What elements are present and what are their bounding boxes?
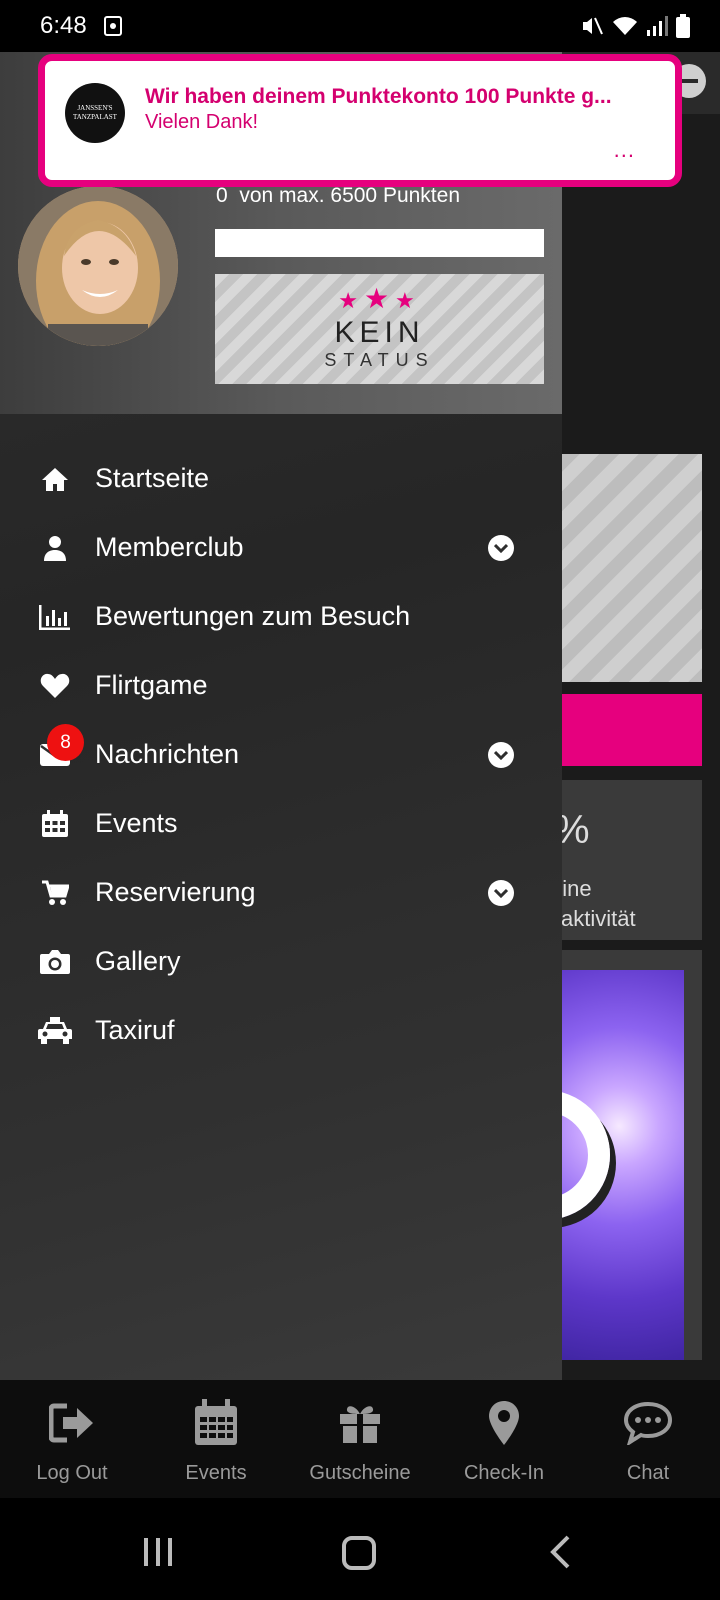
menu-item-label: Startseite	[95, 463, 210, 493]
system-navigation-bar	[0, 1498, 720, 1600]
nav-label: Gutscheine	[309, 1462, 411, 1484]
menu-item-bewertungen[interactable]: Bewertungen zum Besuch	[0, 582, 562, 651]
chevron-down-icon[interactable]	[488, 741, 514, 768]
app-logo: JANSSEN'S TANZPALAST	[65, 83, 125, 143]
points-progress-bar	[215, 229, 544, 257]
nav-item-events[interactable]: Events	[144, 1380, 288, 1498]
user-icon	[38, 531, 72, 565]
notification-title: Wir haben deinem Punktekonto 100 Punkte …	[145, 85, 612, 108]
background-status-card	[540, 454, 702, 682]
wifi-icon	[613, 17, 637, 35]
status-icons	[580, 14, 690, 38]
menu-item-startseite[interactable]: Startseite	[0, 444, 562, 513]
drawer-menu: Startseite Memberclub Bewertungen zum Be…	[0, 444, 562, 1065]
camera-icon	[38, 945, 72, 979]
unread-badge: 8	[47, 724, 84, 761]
navigation-drawer: 0 von max. 6500 Punkten ★★★ KEIN STATUS …	[0, 52, 562, 1380]
menu-item-label: Reservierung	[95, 877, 256, 907]
menu-item-label: Taxiruf	[95, 1015, 175, 1045]
menu-item-label: Events	[95, 808, 178, 838]
avatar-photo	[18, 186, 178, 346]
status-line2: STATUS	[324, 350, 435, 370]
menu-item-flirtgame[interactable]: Flirtgame	[0, 651, 562, 720]
gift-icon	[335, 1398, 385, 1448]
activity-line2: saktivität	[550, 906, 636, 931]
status-time: 6:48	[40, 12, 87, 39]
home-icon	[38, 462, 72, 496]
points-max-text: von max. 6500 Punkten	[239, 184, 461, 207]
heart-icon	[38, 669, 72, 703]
chevron-down-icon[interactable]	[488, 879, 514, 906]
status-line1: KEIN	[334, 316, 425, 349]
chat-icon	[623, 1398, 673, 1448]
nav-item-gutscheine[interactable]: Gutscheine	[288, 1380, 432, 1498]
recent-apps-icon[interactable]	[142, 1536, 174, 1568]
bar-chart-icon	[38, 600, 72, 634]
menu-item-taxiruf[interactable]: Taxiruf	[0, 996, 562, 1065]
status-stars-icon: ★★★	[338, 283, 421, 314]
avatar[interactable]	[18, 186, 178, 346]
status-card[interactable]: ★★★ KEIN STATUS	[215, 274, 544, 384]
nav-label: Events	[185, 1462, 247, 1484]
menu-item-events[interactable]: Events	[0, 789, 562, 858]
calendar-icon	[191, 1398, 241, 1448]
menu-item-label: Gallery	[95, 946, 181, 976]
chevron-down-icon[interactable]	[488, 534, 514, 561]
menu-item-reservierung[interactable]: Reservierung	[0, 858, 562, 927]
mute-icon	[583, 17, 603, 35]
notification-body: Vielen Dank!	[145, 111, 259, 133]
battery-icon	[676, 14, 690, 38]
nav-item-logout[interactable]: Log Out	[0, 1380, 144, 1498]
taxi-icon	[38, 1014, 72, 1048]
background-banner-wrap	[480, 950, 702, 1360]
menu-item-label: Nachrichten	[95, 739, 240, 769]
points-value: 0	[216, 184, 228, 207]
screen-record-icon	[104, 16, 122, 36]
status-bar: 6:48	[0, 0, 720, 52]
background-activity-card: % eine saktivität	[540, 780, 702, 940]
points-summary: 0 von max. 6500 Punkten	[216, 184, 460, 208]
menu-item-label: Bewertungen zum Besuch	[95, 601, 411, 631]
nav-item-chat[interactable]: Chat	[576, 1380, 720, 1498]
calendar-icon	[38, 807, 72, 841]
menu-item-gallery[interactable]: Gallery	[0, 927, 562, 996]
back-icon[interactable]	[548, 1534, 572, 1570]
push-notification[interactable]: JANSSEN'S TANZPALAST Wir haben deinem Pun…	[38, 54, 682, 187]
bottom-navigation: Log Out Events Gutscheine Check-In Chat	[0, 1380, 720, 1498]
background-action-button[interactable]	[540, 694, 702, 766]
home-button-icon[interactable]	[342, 1536, 376, 1570]
cart-icon	[38, 876, 72, 910]
menu-item-label: Flirtgame	[95, 670, 208, 700]
menu-item-nachrichten[interactable]: 8 Nachrichten	[0, 720, 562, 789]
nav-label: Log Out	[36, 1462, 108, 1484]
map-pin-icon	[479, 1398, 529, 1448]
logout-icon	[47, 1398, 97, 1448]
menu-item-label: Memberclub	[95, 532, 244, 562]
notification-more-button[interactable]: ...	[614, 137, 635, 163]
nav-item-checkin[interactable]: Check-In	[432, 1380, 576, 1498]
nav-label: Check-In	[463, 1462, 545, 1484]
signal-icon	[647, 16, 668, 36]
menu-item-memberclub[interactable]: Memberclub	[0, 513, 562, 582]
nav-label: Chat	[626, 1462, 670, 1484]
